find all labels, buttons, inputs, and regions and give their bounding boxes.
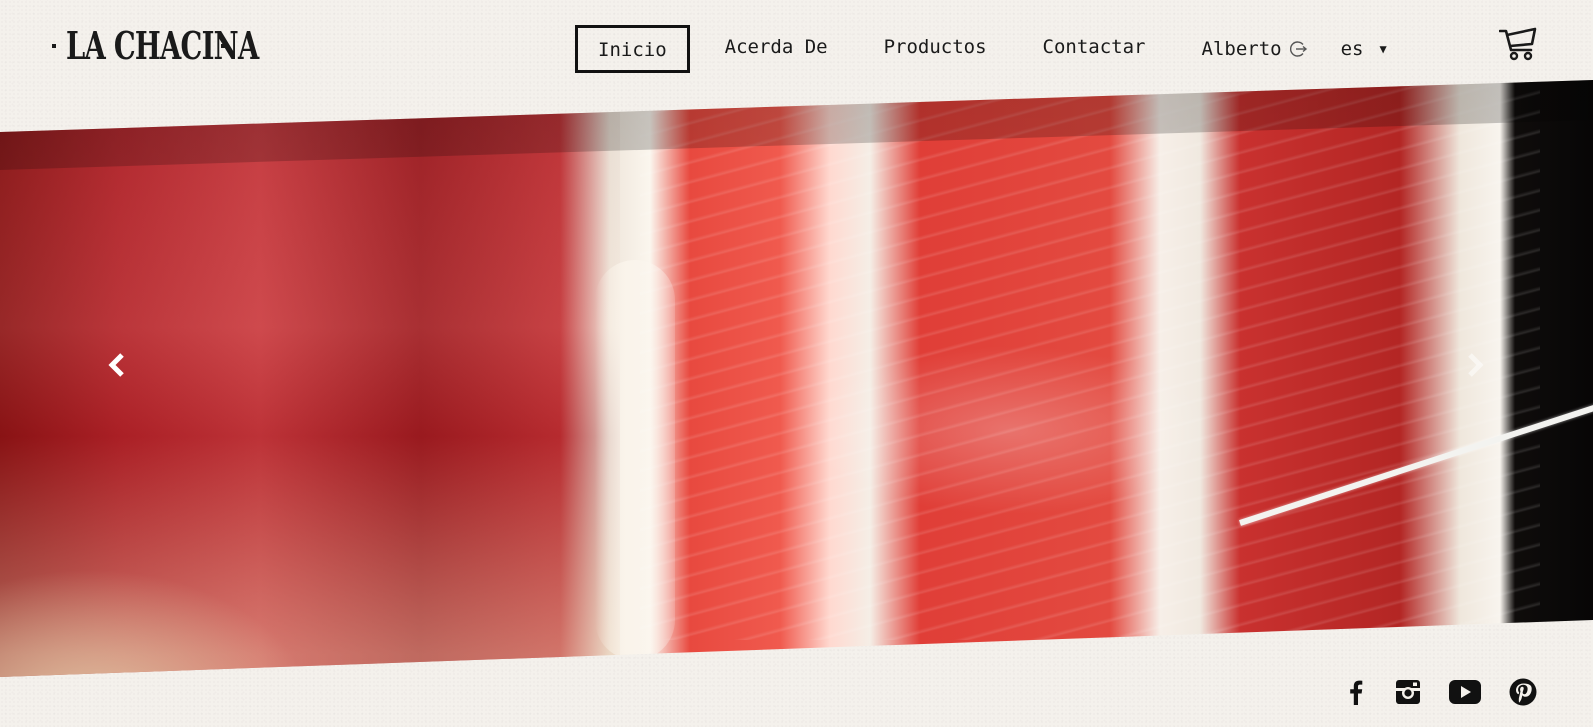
nav-item-inicio[interactable]: Inicio <box>575 25 690 73</box>
pinterest-icon[interactable] <box>1509 678 1537 706</box>
instagram-icon[interactable] <box>1395 679 1421 705</box>
chevron-right-icon <box>1468 353 1484 377</box>
caret-down-icon: ▼ <box>1379 42 1387 56</box>
slider-next-button[interactable] <box>1462 350 1488 380</box>
brand-logo[interactable]: LA CHACINA <box>52 23 259 68</box>
nav-item-productos[interactable]: Productos <box>863 25 1008 73</box>
user-name: Alberto <box>1201 38 1282 60</box>
slide-image-background-meat <box>0 470 340 677</box>
youtube-icon[interactable] <box>1449 680 1481 704</box>
cart-icon <box>1498 27 1537 61</box>
logo-dot-left <box>52 44 56 48</box>
slider-prev-button[interactable] <box>104 350 130 380</box>
language-selected: es <box>1340 38 1364 60</box>
nav-item-contactar[interactable]: Contactar <box>1022 25 1167 73</box>
main-nav: Inicio Acerda De Productos Contactar Alb… <box>575 25 1387 73</box>
nav-item-acerda-de[interactable]: Acerda De <box>704 25 849 73</box>
slide-image-marbling <box>640 80 1540 640</box>
brand-name: LA CHACINA <box>66 23 259 68</box>
logout-icon[interactable] <box>1289 40 1308 58</box>
nav-item-user[interactable]: Alberto <box>1181 25 1329 73</box>
site-header: LA CHACINA Inicio Acerda De Productos Co… <box>0 0 1593 96</box>
chevron-left-icon <box>108 353 124 377</box>
facebook-icon[interactable] <box>1349 679 1363 705</box>
cart-button[interactable] <box>1498 25 1537 63</box>
hero-slider <box>0 0 1593 727</box>
social-links <box>1349 678 1537 706</box>
language-selector[interactable]: es ▼ <box>1341 25 1387 73</box>
